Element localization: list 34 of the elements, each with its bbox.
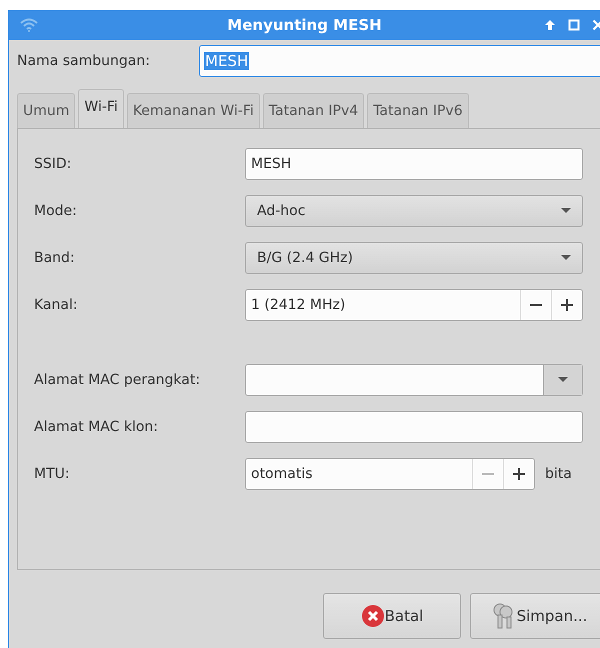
- cancel-button[interactable]: Batal: [323, 593, 461, 639]
- field-label: Mode:: [34, 202, 78, 218]
- field-label: Alamat MAC perangkat:: [34, 372, 202, 388]
- caret-icon: [560, 254, 572, 261]
- text-field[interactable]: MESH: [245, 148, 583, 180]
- tab[interactable]: Tatanan IPv6: [367, 93, 469, 128]
- pin-button[interactable]: [544, 19, 556, 31]
- maximize-icon: [568, 19, 580, 31]
- field-label: MTU:: [34, 466, 71, 482]
- field-label: Nama sambungan:: [17, 53, 151, 69]
- unit-label: bita: [545, 466, 572, 482]
- plus-icon: [561, 298, 573, 310]
- dropdown[interactable]: B/G (2.4 GHz): [245, 242, 583, 274]
- text-field[interactable]: [245, 410, 583, 442]
- up-arrow-icon: [544, 19, 556, 31]
- dropdown-button[interactable]: [543, 364, 582, 394]
- field-label: Band:: [34, 250, 76, 266]
- field-label: SSID:: [34, 156, 72, 172]
- tab[interactable]: Wi-Fi: [78, 89, 124, 128]
- wifi-icon: [19, 18, 39, 32]
- tab[interactable]: Tatanan IPv4: [262, 93, 364, 128]
- field-label: Kanal:: [34, 296, 79, 312]
- field-label: Alamat MAC klon:: [34, 418, 159, 434]
- caret-icon: [560, 207, 572, 214]
- plus-icon: [513, 468, 525, 480]
- save-button[interactable]: Simpan...: [470, 593, 600, 639]
- caret-icon: [557, 376, 569, 383]
- maximize-button[interactable]: [568, 19, 580, 31]
- combo-field[interactable]: [245, 364, 583, 396]
- window-title: Menyunting MESH: [227, 16, 382, 34]
- tab[interactable]: Kemananan Wi-Fi: [126, 93, 260, 128]
- dropdown[interactable]: Ad-hoc: [245, 194, 583, 226]
- cancel-icon: [360, 604, 385, 628]
- tab[interactable]: Umum: [17, 93, 76, 128]
